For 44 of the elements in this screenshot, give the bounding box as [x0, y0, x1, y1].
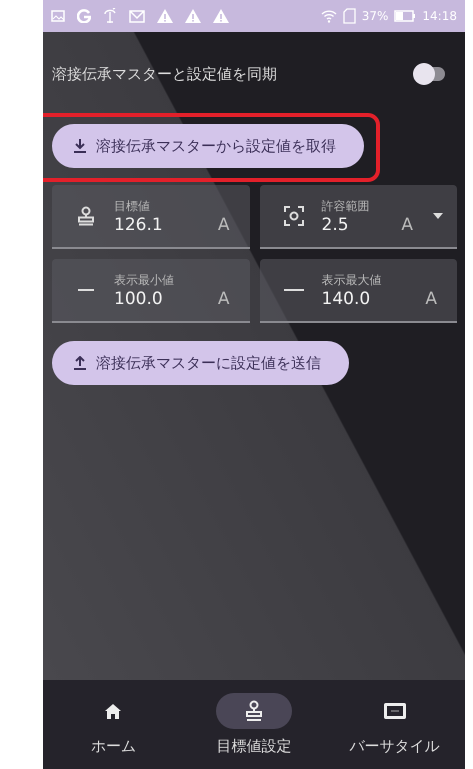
unit-label: A [401, 214, 414, 234]
value-field[interactable]: 目標値 126.1 A [52, 185, 250, 249]
warning-icon [157, 9, 173, 23]
wifi-icon [320, 9, 337, 23]
unit-label: A [218, 214, 230, 234]
mail-icon [129, 10, 145, 22]
fetch-settings-button[interactable]: 溶接伝承マスターから設定値を取得 [52, 124, 364, 168]
image-icon [51, 10, 65, 22]
nav-tab[interactable]: 目標値設定 [184, 680, 324, 769]
nav-tab[interactable]: ホーム [43, 680, 184, 769]
field-label: 目標値 [114, 198, 150, 214]
send-settings-button[interactable]: 溶接伝承マスターに設定値を送信 [52, 341, 349, 385]
panel-icon [384, 703, 406, 719]
leaf-icon [103, 8, 117, 24]
minus-icon [78, 288, 94, 292]
value-field[interactable]: 表示最小値 100.0 A [52, 259, 250, 323]
value-field[interactable]: 許容範囲 2.5 A [260, 185, 457, 249]
sd-card-icon [342, 8, 356, 24]
stamp-icon [77, 206, 95, 226]
dropdown-arrow-icon[interactable] [433, 213, 443, 219]
stamp-icon [245, 700, 263, 722]
focus-icon [284, 206, 304, 226]
download-icon [74, 139, 86, 153]
field-value: 100.0 [114, 288, 163, 308]
field-label: 表示最小値 [114, 272, 174, 288]
unit-label: A [218, 288, 230, 308]
field-label: 表示最大値 [322, 272, 382, 288]
unit-label: A [425, 288, 438, 308]
g-icon [77, 9, 91, 23]
storage-percent: 37% [362, 9, 388, 23]
value-field[interactable]: 表示最大値 140.0 A [260, 259, 457, 323]
home-icon [105, 704, 122, 718]
dash-icon [284, 288, 304, 292]
clock: 14:18 [422, 9, 457, 23]
field-value: 126.1 [114, 214, 163, 234]
field-value: 2.5 [322, 214, 349, 234]
warning-icon [185, 9, 201, 23]
field-value: 140.0 [322, 288, 370, 308]
upload-icon [74, 356, 86, 370]
sync-label: 溶接伝承マスターと設定値を同期 [52, 64, 277, 84]
field-label: 許容範囲 [322, 198, 370, 214]
warning-icon [213, 9, 229, 23]
battery-icon [394, 10, 416, 22]
nav-tab[interactable]: バーサタイル [324, 680, 465, 769]
